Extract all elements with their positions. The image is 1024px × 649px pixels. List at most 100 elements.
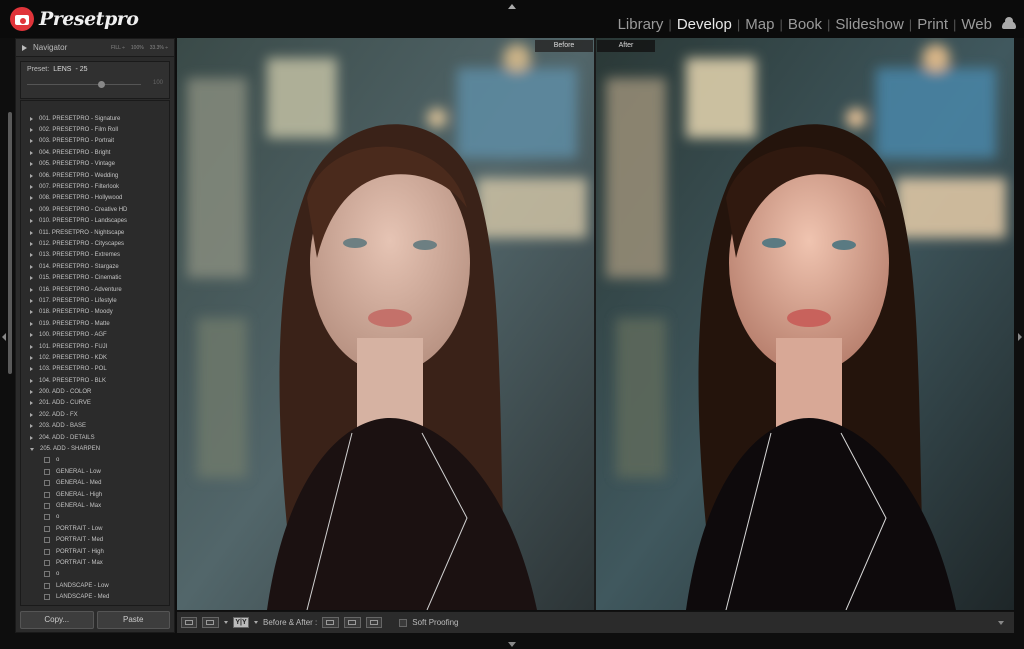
preset-folder[interactable]: 103. PRESETPRO - POL xyxy=(21,364,169,375)
preset-folder[interactable]: 201. ADD - CURVE xyxy=(21,398,169,409)
preset-folder[interactable]: 010. PRESETPRO - Landscapes xyxy=(21,216,169,227)
preset-folder[interactable]: 205. ADD - SHARPEN xyxy=(21,443,169,454)
before-after-yy-button[interactable]: Y|Y xyxy=(233,617,249,628)
preset-label: 010. PRESETPRO - Landscapes xyxy=(39,218,128,225)
preset-label: 202. ADD - FX xyxy=(39,411,78,418)
module-develop[interactable]: Develop xyxy=(673,16,736,33)
preset-icon xyxy=(44,582,50,589)
preset-folder[interactable]: 002. PRESETPRO - Film Roll xyxy=(21,124,169,135)
preset-folder[interactable]: 204. ADD - DETAILS xyxy=(21,432,169,443)
preset-item[interactable]: LANDSCAPE - High xyxy=(21,603,169,605)
preset-folder[interactable]: 101. PRESETPRO - FUJI xyxy=(21,341,169,352)
collapse-right-arrow-icon[interactable] xyxy=(1018,333,1022,341)
module-print[interactable]: Print xyxy=(913,16,952,33)
preset-label: 004. PRESETPRO - Bright xyxy=(39,149,111,156)
preset-folder[interactable]: 018. PRESETPRO - Moody xyxy=(21,307,169,318)
zoom-option-fill[interactable]: FILL ÷ xyxy=(111,45,125,51)
compare-mode-dropdown-icon[interactable] xyxy=(254,621,258,624)
preset-folder[interactable]: 100. PRESETPRO - AGF xyxy=(21,329,169,340)
module-book[interactable]: Book xyxy=(784,16,826,33)
module-map[interactable]: Map xyxy=(741,16,778,33)
preset-folder[interactable]: 014. PRESETPRO - Stargaze xyxy=(21,261,169,272)
preset-folder[interactable]: 203. ADD - BASE xyxy=(21,421,169,432)
left-panel-scrollbar[interactable] xyxy=(8,112,12,374)
copy-after-to-before-button[interactable] xyxy=(344,617,362,628)
preset-folder[interactable]: 016. PRESETPRO - Adventure xyxy=(21,284,169,295)
preset-label: 205. ADD - SHARPEN xyxy=(40,446,101,453)
preset-item[interactable]: LANDSCAPE - Med xyxy=(21,591,169,602)
preset-folder[interactable]: 006. PRESETPRO - Wedding xyxy=(21,170,169,181)
preset-folder[interactable]: 102. PRESETPRO - KDK xyxy=(21,352,169,363)
before-after-lr-button[interactable] xyxy=(202,617,219,628)
folder-collapsed-icon xyxy=(30,310,33,315)
preset-label: 204. ADD - DETAILS xyxy=(39,434,95,441)
collapse-top-arrow-icon[interactable] xyxy=(508,4,516,9)
preset-folder[interactable]: 015. PRESETPRO - Cinematic xyxy=(21,272,169,283)
cloud-icon[interactable] xyxy=(1002,16,1016,29)
copy-paste-bar: Copy... Paste xyxy=(20,611,170,629)
preset-folder[interactable]: 202. ADD - FX xyxy=(21,409,169,420)
preset-label: o xyxy=(56,514,60,521)
preset-folder[interactable]: 013. PRESETPRO - Extremes xyxy=(21,250,169,261)
paste-button[interactable]: Paste xyxy=(96,611,170,629)
preset-item[interactable]: PORTRAIT - Max xyxy=(21,557,169,568)
preset-folder[interactable]: 009. PRESETPRO - Creative HD xyxy=(21,204,169,215)
preset-folder[interactable]: 007. PRESETPRO - Filterlook xyxy=(21,181,169,192)
preset-item[interactable]: LANDSCAPE - Low xyxy=(21,580,169,591)
before-label: Before xyxy=(535,40,593,52)
preset-folder[interactable]: 004. PRESETPRO - Bright xyxy=(21,147,169,158)
folder-collapsed-icon xyxy=(30,390,33,395)
folder-collapsed-icon xyxy=(30,162,33,167)
swap-icon xyxy=(370,620,379,625)
preset-folder[interactable]: 001. PRESETPRO - Signature xyxy=(21,113,169,124)
preset-item[interactable]: GENERAL - Low xyxy=(21,466,169,477)
arrow-left-icon xyxy=(348,620,357,625)
preset-item[interactable]: o xyxy=(21,569,169,580)
preset-folder[interactable]: 005. PRESETPRO - Vintage xyxy=(21,159,169,170)
module-library[interactable]: Library xyxy=(614,16,668,33)
module-slideshow[interactable]: Slideshow xyxy=(831,16,907,33)
folder-collapsed-icon xyxy=(30,412,33,417)
navigator-header[interactable]: Navigator FILL ÷ 100% 33.3% ÷ xyxy=(16,39,174,57)
preset-item[interactable]: PORTRAIT - Low xyxy=(21,523,169,534)
before-photo[interactable] xyxy=(177,38,594,610)
swap-before-after-button[interactable] xyxy=(366,617,383,628)
preset-item[interactable]: GENERAL - Max xyxy=(21,500,169,511)
preset-folder[interactable]: 017. PRESETPRO - Lifestyle xyxy=(21,295,169,306)
app-logo[interactable]: Presetpro xyxy=(10,7,139,31)
preset-item[interactable]: PORTRAIT - Med xyxy=(21,534,169,545)
preset-folder[interactable]: 011. PRESETPRO - Nightscape xyxy=(21,227,169,238)
loupe-view-button[interactable] xyxy=(181,617,197,628)
copy-before-to-after-button[interactable] xyxy=(322,617,340,628)
view-mode-dropdown-icon[interactable] xyxy=(224,621,228,624)
slider-max-label: 100 xyxy=(152,80,163,86)
preset-label: 003. PRESETPRO - Portrait xyxy=(39,138,115,145)
preset-item[interactable]: o xyxy=(21,455,169,466)
preset-item[interactable]: PORTRAIT - High xyxy=(21,546,169,557)
module-web[interactable]: Web xyxy=(957,16,996,33)
preset-folder[interactable]: 008. PRESETPRO - Hollywood xyxy=(21,193,169,204)
toolbar-menu-arrow-icon[interactable] xyxy=(998,620,1004,625)
after-photo[interactable] xyxy=(596,38,1014,610)
collapse-bottom-arrow-icon[interactable] xyxy=(508,642,516,647)
soft-proofing-checkbox[interactable] xyxy=(399,618,408,627)
preset-folder[interactable]: 012. PRESETPRO - Cityscapes xyxy=(21,238,169,249)
preset-folder[interactable]: 003. PRESETPRO - Portrait xyxy=(21,136,169,147)
preset-folder[interactable]: 019. PRESETPRO - Matte xyxy=(21,318,169,329)
preset-label: o xyxy=(56,457,60,464)
preset-item[interactable]: GENERAL - Med xyxy=(21,478,169,489)
preset-label: 017. PRESETPRO - Lifestyle xyxy=(39,297,117,304)
collapse-left-arrow-icon[interactable] xyxy=(2,333,6,341)
zoom-option-100[interactable]: 100% xyxy=(131,45,144,51)
preset-folder[interactable]: 104. PRESETPRO - BLK xyxy=(21,375,169,386)
zoom-option-custom[interactable]: 33.3% ÷ xyxy=(150,45,168,51)
folder-collapsed-icon xyxy=(30,367,33,372)
preset-icon xyxy=(44,514,50,521)
preset-amount-slider[interactable]: 100 xyxy=(27,80,163,88)
slider-handle[interactable] xyxy=(98,81,105,88)
copy-button[interactable]: Copy... xyxy=(20,611,94,629)
preset-folder[interactable]: 200. ADD - COLOR xyxy=(21,386,169,397)
preset-item[interactable]: o xyxy=(21,512,169,523)
preset-label: 201. ADD - CURVE xyxy=(39,400,91,407)
preset-item[interactable]: GENERAL - High xyxy=(21,489,169,500)
